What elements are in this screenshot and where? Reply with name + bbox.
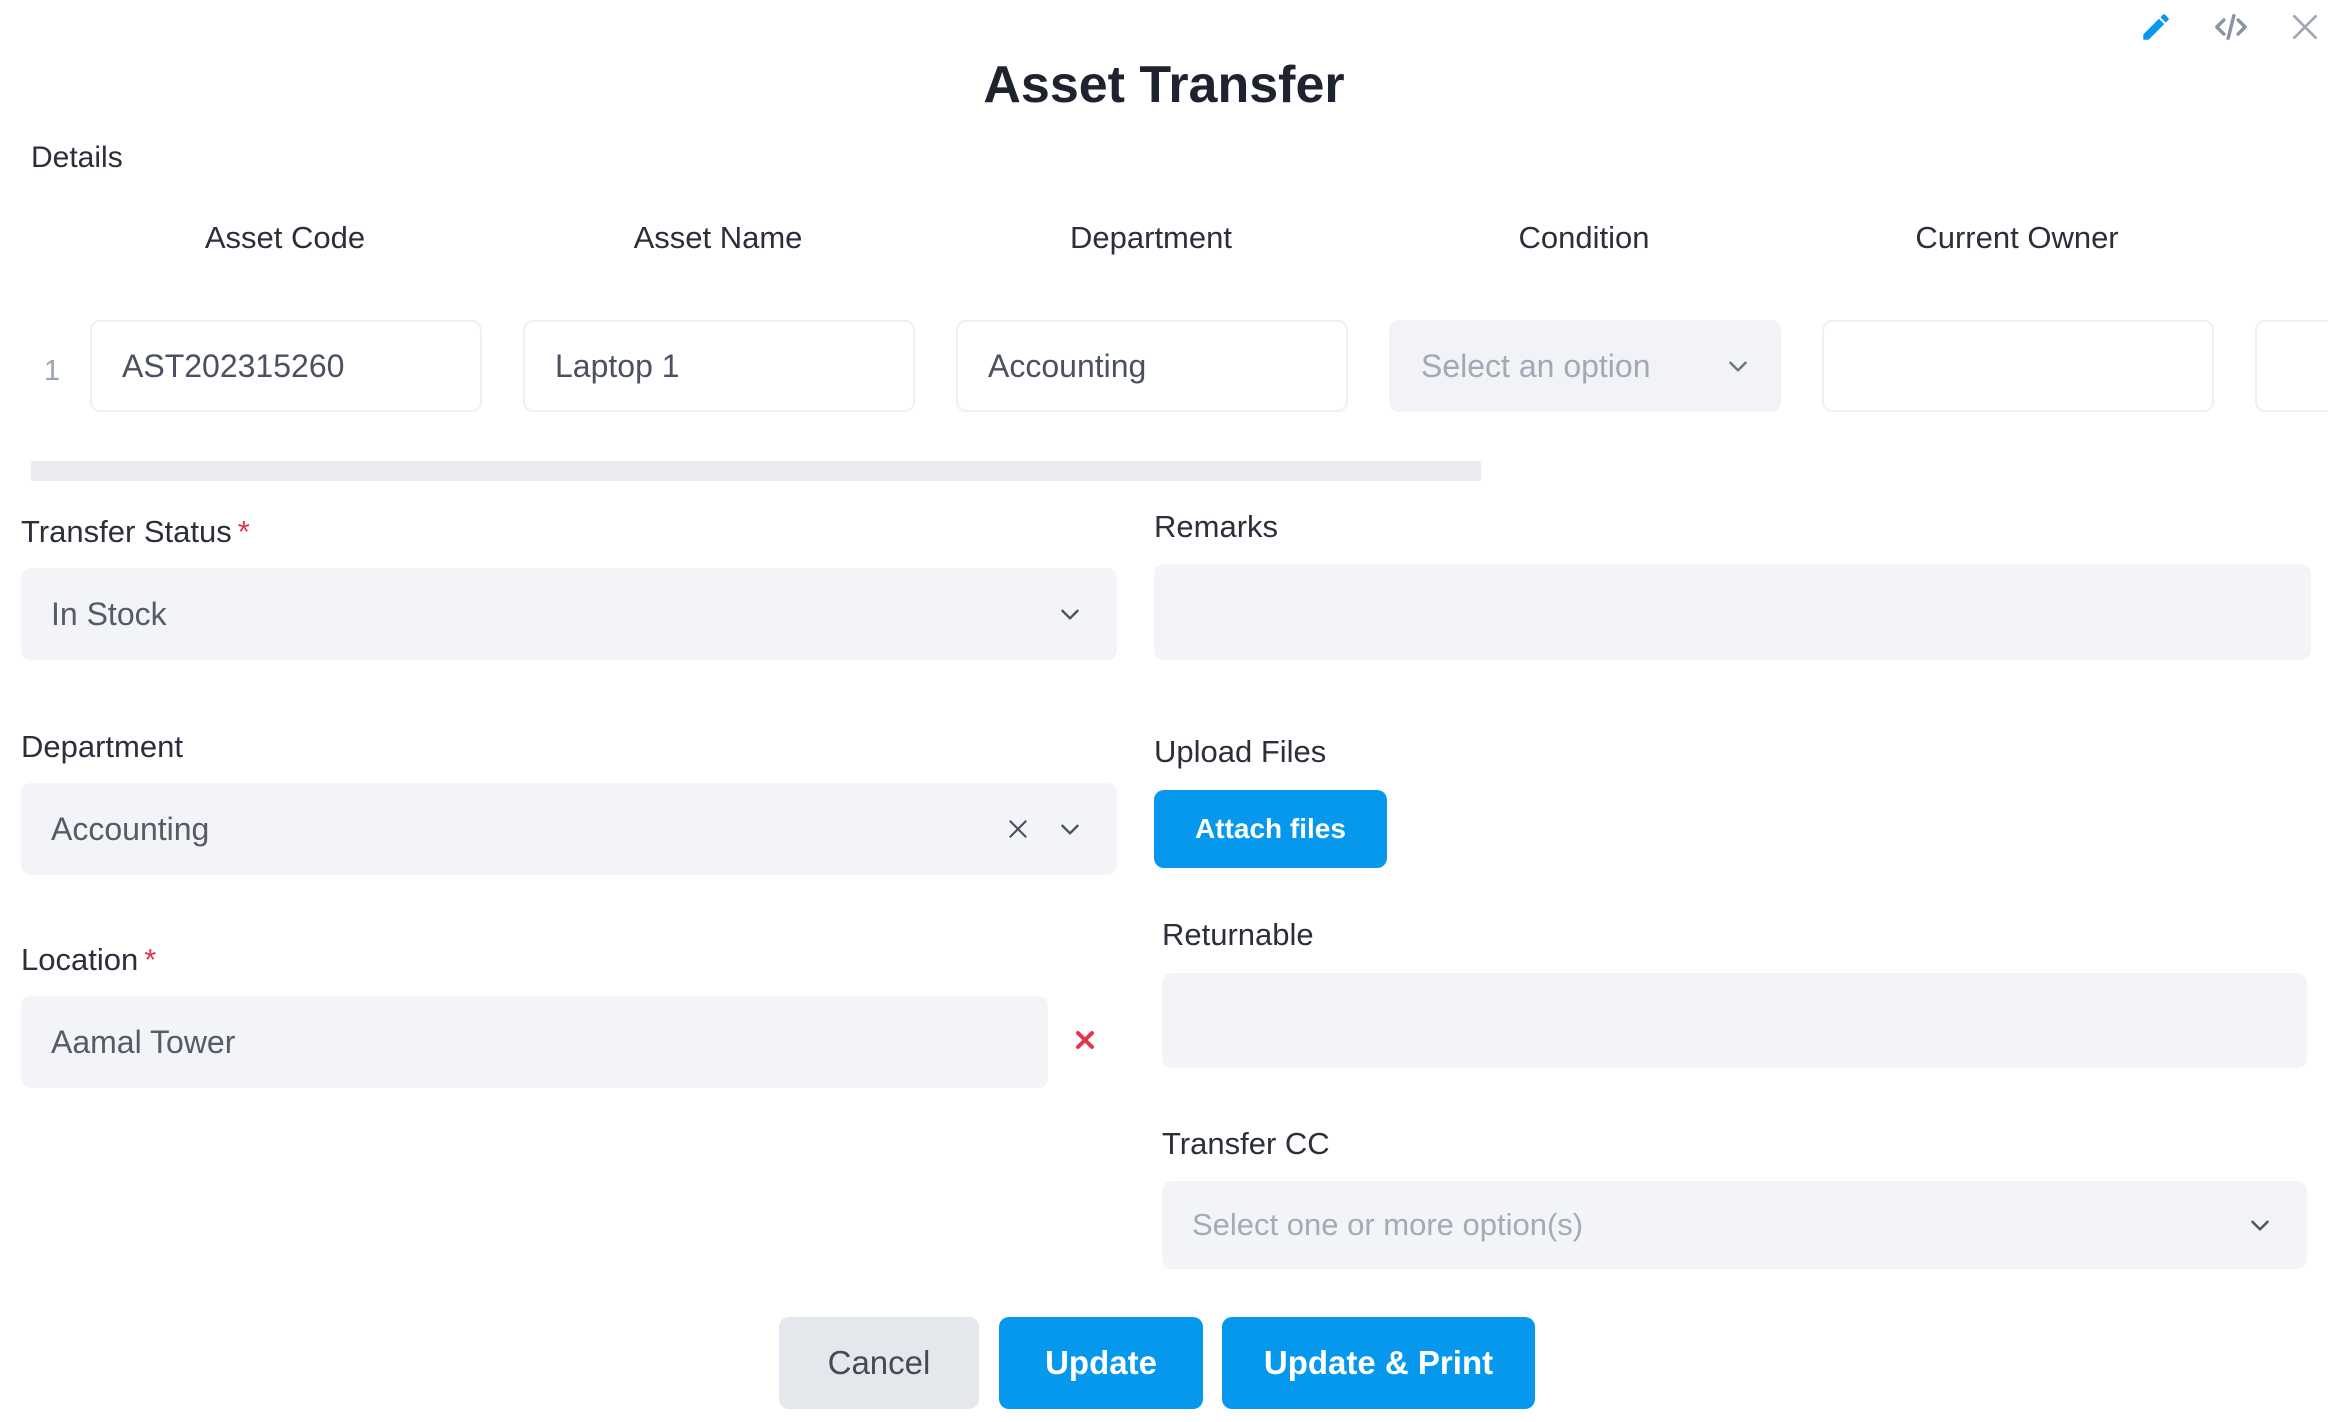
row-index: 1: [44, 355, 61, 387]
department-cell-field[interactable]: Accounting: [956, 320, 1348, 412]
pencil-icon[interactable]: [2133, 4, 2179, 50]
condition-select[interactable]: Select an option: [1389, 320, 1781, 412]
close-icon[interactable]: [2282, 4, 2328, 50]
transfer-cc-label: Transfer CC: [1162, 1126, 1330, 1161]
upload-files-label: Upload Files: [1154, 734, 1327, 769]
column-condition: Condition: [1518, 220, 1650, 255]
code-icon[interactable]: [2208, 4, 2254, 50]
column-department: Department: [1070, 220, 1232, 255]
cancel-button[interactable]: Cancel: [779, 1317, 979, 1409]
column-asset-code: Asset Code: [204, 220, 366, 255]
clear-icon[interactable]: [1005, 816, 1031, 842]
department-label: Department: [21, 729, 183, 764]
remarks-input[interactable]: [1154, 564, 2311, 660]
transfer-cc-select[interactable]: Select one or more option(s): [1162, 1181, 2307, 1269]
transfer-cc-placeholder: Select one or more option(s): [1192, 1207, 1584, 1242]
department-value: Accounting: [51, 810, 210, 847]
returnable-label: Returnable: [1162, 917, 1314, 952]
asset-name-field[interactable]: Laptop 1: [523, 320, 915, 412]
details-label: Details: [31, 141, 123, 174]
remove-location-icon[interactable]: [1069, 1024, 1101, 1056]
transfer-status-label: Transfer Status *: [21, 514, 250, 549]
attach-files-button[interactable]: Attach files: [1154, 790, 1387, 868]
remarks-label: Remarks: [1154, 509, 1279, 544]
asset-code-field[interactable]: AST202315260: [90, 320, 482, 412]
location-value: Aamal Tower: [51, 1023, 236, 1060]
location-label: Location *: [21, 942, 157, 977]
required-marker: *: [237, 514, 250, 549]
asset-code-value: AST202315260: [122, 347, 345, 384]
update-print-button[interactable]: Update & Print: [1222, 1317, 1535, 1409]
transfer-status-value: In Stock: [51, 595, 167, 632]
dialog-title: Asset Transfer: [983, 56, 1345, 114]
current-owner-field[interactable]: [1822, 320, 2214, 412]
chevron-down-icon: [1057, 816, 1083, 842]
returnable-input[interactable]: [1162, 973, 2307, 1068]
chevron-down-icon: [2247, 1212, 2273, 1238]
department-cell-value: Accounting: [988, 347, 1147, 384]
next-column-cell[interactable]: [2255, 320, 2328, 412]
update-button[interactable]: Update: [999, 1317, 1203, 1409]
asset-name-value: Laptop 1: [555, 347, 680, 384]
location-field[interactable]: Aamal Tower: [21, 996, 1048, 1088]
transfer-status-select[interactable]: In Stock: [21, 568, 1117, 660]
condition-placeholder: Select an option: [1421, 347, 1651, 384]
chevron-down-icon: [1057, 601, 1083, 627]
horizontal-scrollbar[interactable]: [31, 461, 1481, 481]
column-asset-name: Asset Name: [633, 220, 803, 255]
column-current-owner: Current Owner: [1915, 220, 2119, 255]
required-marker: *: [144, 942, 157, 977]
chevron-down-icon: [1725, 353, 1751, 379]
department-select[interactable]: Accounting: [21, 783, 1117, 875]
